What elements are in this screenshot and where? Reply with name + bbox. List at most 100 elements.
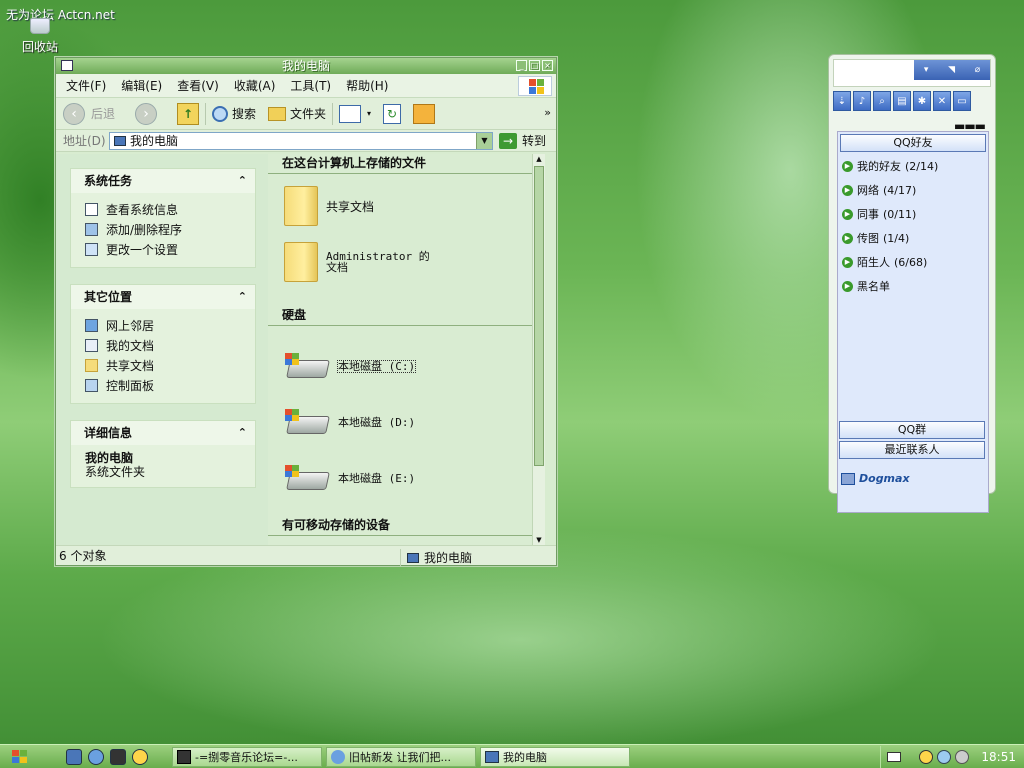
folder-icon [284,186,318,226]
qq-brand: Dogmax [841,472,910,485]
qq-groups-button[interactable]: QQ群 [839,421,985,439]
maximize-button[interactable]: □ [529,60,540,71]
group-count: (1/4) [883,231,910,245]
collapse-icon[interactable]: ⌃ [238,285,247,309]
menu-tools[interactable]: 工具(T) [290,77,331,94]
scroll-thumb[interactable] [534,166,544,466]
close-button[interactable]: × [542,60,553,71]
place-link[interactable]: 网上邻居 [85,315,255,335]
sound-icon[interactable]: ♪ [853,91,871,111]
views-dropdown-icon[interactable]: ▾ [367,109,371,118]
forward-icon[interactable]: › [135,102,158,125]
volume-icon[interactable] [955,750,969,764]
star-icon[interactable]: ✱ [913,91,931,111]
taskbar-task-active[interactable]: 我的电脑 [480,746,630,767]
media-player-icon[interactable] [110,748,126,765]
home-icon[interactable] [413,103,436,124]
menu-help[interactable]: 帮助(H) [346,77,388,94]
address-field[interactable]: 我的电脑 ▼ [109,131,493,150]
drive-item-e[interactable]: 本地磁盘 (E:) [284,464,415,492]
go-button[interactable]: → 转到 [499,132,546,149]
qq-group-item[interactable]: ▶ 同事 (0/11) [838,202,988,226]
folder-item-admin-docs[interactable]: Administrator 的文档 [284,242,436,282]
scroll-up-icon[interactable]: ▲ [533,154,545,164]
qq-group-item[interactable]: ▶ 传图 (1/4) [838,226,988,250]
ie-icon[interactable] [88,748,104,765]
collapse-icon[interactable]: ⌃ [238,421,247,445]
clock[interactable]: 18:51 [981,750,1016,764]
place-link-label: 控制面板 [106,378,155,393]
qq-group-item[interactable]: ▶ 陌生人 (6/68) [838,250,988,274]
search-button[interactable]: 搜索 [212,105,256,122]
taskbar-task[interactable]: 旧帖新发 让我们把... [326,746,476,767]
place-link[interactable]: 控制面板 [85,375,255,395]
window-titlebar[interactable]: 我的电脑 _ □ × [56,58,556,74]
keyboard-icon[interactable] [887,752,901,762]
drive-item-d[interactable]: 本地磁盘 (D:) [284,408,415,436]
qq-close-icon[interactable]: ⌀ [975,65,980,75]
menu-file[interactable]: 文件(F) [66,77,106,94]
eye-icon[interactable] [937,750,951,764]
back-icon[interactable]: ‹ [63,102,85,125]
tools-icon[interactable]: ✕ [933,91,951,111]
import-icon[interactable]: ⇣ [833,91,851,111]
content-pane: 在这台计算机上存储的文件 共享文档 Administrator 的文档 硬盘 本… [268,154,545,545]
qq-penguin-icon[interactable] [919,750,933,764]
documents-icon [85,338,98,352]
show-desktop-icon[interactable] [66,748,82,765]
explorer-window: 我的电脑 _ □ × 文件(F) 编辑(E) 查看(V) 收藏(A) 工具(T)… [55,57,557,566]
qq-minimize-icon[interactable]: ◥ [948,65,955,75]
chevron-down-icon[interactable]: ▼ [476,132,492,149]
panel-header[interactable]: 其它位置 ⌃ [71,285,255,309]
group-name: 黑名单 [857,280,890,293]
place-link[interactable]: 共享文档 [85,355,255,375]
notes-icon[interactable]: ▤ [893,91,911,111]
quick-launch [66,748,148,765]
folders-button[interactable]: 文件夹 [268,105,326,122]
qq-group-item[interactable]: ▶ 我的好友 (2/14) [838,154,988,178]
search-icon[interactable]: ⌕ [873,91,891,111]
qq-menu-icon[interactable]: ▾ [924,65,929,75]
expand-arrow-icon: ▶ [842,160,853,172]
task-link[interactable]: 更改一个设置 [85,239,255,259]
start-button[interactable] [0,746,40,768]
windows-logo-icon [12,749,28,764]
qq-recent-button[interactable]: 最近联系人 [839,441,985,459]
menu-edit[interactable]: 编辑(E) [121,77,162,94]
expand-arrow-icon: ▶ [842,184,853,196]
computer-icon[interactable] [61,60,73,71]
panel-header[interactable]: 系统任务 ⌃ [71,169,255,193]
collapse-icon[interactable]: ⌃ [238,169,247,193]
panel-header[interactable]: 详细信息 ⌃ [71,421,255,445]
group-name: 传图 [857,232,879,245]
menu-view[interactable]: 查看(V) [177,77,219,94]
qq-penguin-icon[interactable] [132,748,148,765]
task-link[interactable]: 查看系统信息 [85,199,255,219]
qq-group-item[interactable]: ▶ 网络 (4/17) [838,178,988,202]
taskbar-task[interactable]: -=捌零音乐论坛=-... [172,746,322,767]
menu-favorites[interactable]: 收藏(A) [234,77,276,94]
qq-friends-button[interactable]: QQ好友 [840,134,986,152]
back-button-label[interactable]: 后退 [91,105,115,122]
dogmax-logo-icon [841,472,855,485]
vertical-scrollbar[interactable]: ▲ ▼ [532,154,545,545]
network-icon [85,318,98,332]
folder-up-icon[interactable]: ↑ [177,102,200,125]
toolbar: ‹ 后退 › ↑ 搜索 文件夹 ▾ ↻ » [56,98,556,130]
minimize-button[interactable]: _ [516,60,527,71]
panel-title: 系统任务 [84,174,133,188]
sync-icon[interactable]: ↻ [383,103,402,124]
drive-item-c[interactable]: 本地磁盘 (C:) [284,352,417,380]
qq-group-item[interactable]: ▶ 黑名单 [838,274,988,298]
desktop-icon-recycle-bin[interactable]: 回收站 [18,18,62,55]
place-link[interactable]: 我的文档 [85,335,255,355]
hard-drive-icon [284,408,330,436]
scroll-down-icon[interactable]: ▼ [533,535,545,545]
group-count: (6/68) [894,255,928,269]
views-icon[interactable] [339,104,362,123]
folder-item-shared-docs[interactable]: 共享文档 [284,186,374,226]
status-count: 6 个对象 [59,549,107,563]
folder-icon[interactable]: ▭ [953,91,971,111]
task-link[interactable]: 添加/删除程序 [85,219,255,239]
toolbar-more-button[interactable]: » [544,106,551,119]
